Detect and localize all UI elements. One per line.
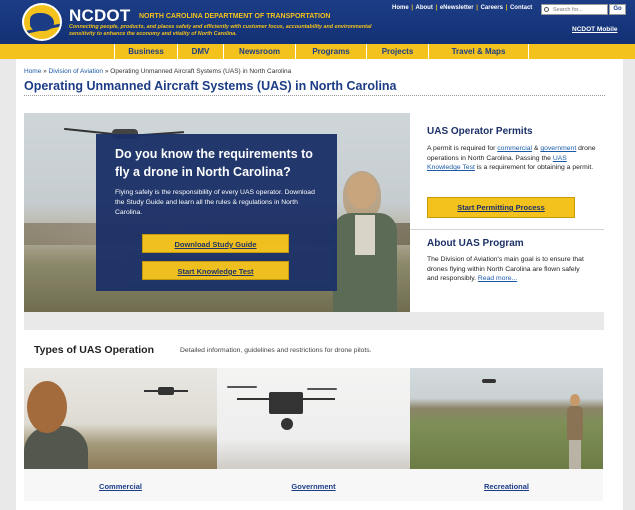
- operator-coat: [24, 426, 88, 469]
- main-nav: Business DMV Newsroom Programs Projects …: [0, 44, 635, 59]
- pilot-legs: [569, 440, 581, 469]
- government-link[interactable]: government: [540, 145, 576, 152]
- top-link-enewsletter[interactable]: eNewsletter: [440, 5, 474, 11]
- breadcrumb-separator: »: [104, 68, 109, 75]
- search-go-button[interactable]: Go: [609, 4, 626, 15]
- top-link-contact[interactable]: Contact: [510, 5, 532, 11]
- types-heading: Types of UAS Operation: [34, 344, 154, 356]
- start-knowledge-test-button[interactable]: Start Knowledge Test: [142, 261, 289, 280]
- brand-name[interactable]: NCDOT: [69, 6, 130, 26]
- top-link-separator: |: [435, 5, 438, 11]
- permits-text-1: A permit is required for: [427, 145, 498, 152]
- breadcrumb-aviation[interactable]: Division of Aviation: [49, 68, 103, 75]
- top-link-separator: |: [476, 5, 478, 11]
- tagline: Connecting people, products, and places …: [69, 24, 372, 37]
- section-gap: [24, 312, 604, 330]
- title-divider: [24, 95, 605, 96]
- top-link-separator: |: [505, 5, 508, 11]
- permits-heading: UAS Operator Permits: [427, 126, 533, 137]
- top-link-home[interactable]: Home: [392, 5, 409, 11]
- hero-body: Flying safely is the responsibility of e…: [115, 189, 315, 216]
- drone-camera: [281, 418, 293, 430]
- pilot-head: [570, 394, 580, 406]
- commercial-drone-image: [144, 384, 188, 398]
- search-placeholder: Search for...: [553, 7, 583, 13]
- nav-item-business[interactable]: Business: [114, 44, 178, 59]
- drone-rotor: [307, 388, 337, 390]
- search-input[interactable]: Search for...: [541, 4, 608, 15]
- about-heading: About UAS Program: [427, 238, 524, 249]
- permits-text: A permit is required for commercial & go…: [427, 144, 597, 173]
- top-link-careers[interactable]: Careers: [481, 5, 503, 11]
- pilot-head: [347, 173, 377, 209]
- recreational-drone-image: [482, 378, 496, 384]
- breadcrumb-current: Operating Unmanned Aircraft Systems (UAS…: [110, 68, 292, 75]
- download-study-guide-button[interactable]: Download Study Guide: [142, 234, 289, 253]
- page-title: Operating Unmanned Aircraft Systems (UAS…: [24, 79, 397, 93]
- commercial-card-link[interactable]: Commercial: [24, 469, 217, 501]
- recreational-card-image[interactable]: [410, 368, 603, 469]
- hero-callout: Do you know the requirements to fly a dr…: [96, 134, 337, 291]
- recreational-card-link[interactable]: Recreational: [410, 469, 603, 501]
- nav-item-dmv[interactable]: DMV: [178, 44, 224, 59]
- ncdot-mobile-link[interactable]: NCDOT Mobile: [572, 26, 618, 33]
- pilot-shirt: [355, 215, 375, 255]
- breadcrumb-separator: »: [43, 68, 47, 75]
- search-icon: [544, 7, 549, 12]
- drone-body: [482, 379, 496, 383]
- drone-rotor: [227, 386, 257, 388]
- nav-item-newsroom[interactable]: Newsroom: [224, 44, 296, 59]
- breadcrumb: Home » Division of Aviation » Operating …: [24, 68, 291, 75]
- breadcrumb-home[interactable]: Home: [24, 68, 41, 75]
- nav-item-projects[interactable]: Projects: [367, 44, 429, 59]
- site-header: NCDOT NORTH CAROLINA DEPARTMENT OF TRANS…: [0, 0, 635, 44]
- drone-body: [158, 387, 174, 395]
- types-subheading: Detailed information, guidelines and res…: [180, 347, 372, 354]
- top-link-about[interactable]: About: [415, 5, 432, 11]
- nav-item-travel-maps[interactable]: Travel & Maps: [429, 44, 529, 59]
- right-panel: UAS Operator Permits A permit is require…: [410, 113, 604, 312]
- top-link-separator: |: [411, 5, 414, 11]
- hero-heading: Do you know the requirements to fly a dr…: [115, 147, 313, 179]
- permits-text-4: is a requirement for obtaining a permit.: [474, 164, 594, 172]
- drone-body: [269, 392, 303, 414]
- start-permitting-process-button[interactable]: Start Permitting Process: [427, 197, 575, 218]
- hero-pilot-image: [329, 171, 401, 312]
- top-links: Home | About | eNewsletter | Careers | C…: [392, 5, 532, 11]
- commercial-card-image[interactable]: [24, 368, 217, 469]
- commercial-link[interactable]: commercial: [497, 145, 532, 152]
- government-card-link[interactable]: Government: [217, 469, 410, 501]
- read-more-link[interactable]: Read more...: [478, 275, 517, 282]
- panel-divider: [410, 229, 604, 230]
- government-card-image[interactable]: [217, 368, 410, 469]
- government-drone-image: [227, 386, 347, 436]
- nav-item-programs[interactable]: Programs: [296, 44, 367, 59]
- pilot-jacket: [567, 406, 583, 440]
- brand-subtitle: NORTH CAROLINA DEPARTMENT OF TRANSPORTAT…: [139, 13, 331, 20]
- recreational-pilot-image: [564, 394, 586, 469]
- ncdot-logo[interactable]: [22, 3, 62, 41]
- operator-head: [27, 381, 67, 433]
- about-text: The Division of Aviation's main goal is …: [427, 255, 589, 284]
